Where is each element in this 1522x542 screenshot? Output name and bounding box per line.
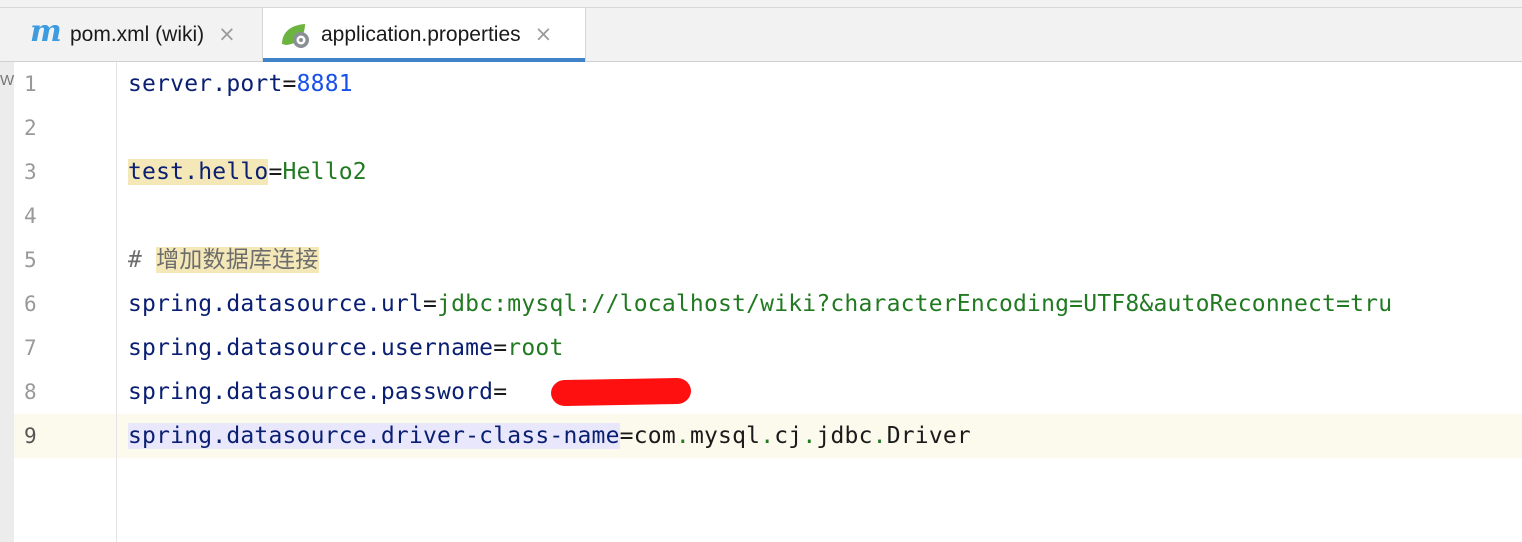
separator: = <box>423 291 438 317</box>
line-number: 2 <box>24 116 37 140</box>
property-key: spring.datasource.username <box>128 335 494 361</box>
tab-label: application.properties <box>321 22 521 46</box>
line-number: 7 <box>24 336 37 360</box>
code-line[interactable]: spring.datasource.username=root <box>117 326 1522 370</box>
line-number: 1 <box>24 72 37 96</box>
spring-leaf-icon <box>282 23 309 48</box>
property-key: spring.datasource.password <box>128 379 494 405</box>
line-number: 8 <box>24 380 37 404</box>
property-key: spring.datasource.driver-class-name <box>128 423 620 449</box>
separator: = <box>268 159 283 185</box>
value-part: mysql <box>689 423 761 449</box>
line-number: 4 <box>24 204 37 228</box>
separator: = <box>282 71 297 97</box>
separator: = <box>493 335 508 361</box>
property-value: root <box>507 335 564 361</box>
tab-label: pom.xml (wiki) <box>70 22 205 46</box>
code-line-current[interactable]: spring.datasource.driver-class-name=com.… <box>117 414 1522 458</box>
comment-line[interactable]: # 增加数据库连接 <box>117 238 1522 282</box>
code-line[interactable]: spring.datasource.url=jdbc:mysql://local… <box>117 282 1522 326</box>
value-dot: . <box>872 423 887 449</box>
line-number: 5 <box>24 248 37 272</box>
comment-hash: # <box>128 247 157 273</box>
tab-application-properties[interactable]: application.properties × <box>262 8 586 62</box>
tab-pom-xml[interactable]: m pom.xml (wiki) × <box>14 8 262 61</box>
maven-m-icon: m <box>30 13 62 49</box>
value-part: com <box>633 423 676 449</box>
separator: = <box>493 379 508 405</box>
value-dot: . <box>802 423 817 449</box>
value-part: jdbc <box>816 423 873 449</box>
property-value: 8881 <box>296 71 353 97</box>
line-number: 3 <box>24 160 37 184</box>
value-part: Driver <box>886 423 971 449</box>
value-dot: . <box>675 423 690 449</box>
value-part: cj <box>774 423 803 449</box>
line-number-gutter: W 1 2 3 4 5 6 7 8 9 <box>0 62 117 542</box>
code-line[interactable]: server.port=8881 <box>117 62 1522 106</box>
line-number: 6 <box>24 292 37 316</box>
redaction-mark <box>550 377 692 407</box>
window-top-edge <box>0 0 1522 8</box>
comment-text: 增加数据库连接 <box>156 247 319 273</box>
code-line-empty[interactable] <box>117 194 1522 238</box>
side-strip-label: W <box>0 72 14 89</box>
value-dot: . <box>760 423 775 449</box>
code-line[interactable]: spring.datasource.password= <box>117 370 1522 414</box>
property-key: spring.datasource.url <box>128 291 423 317</box>
line-number: 9 <box>24 424 37 448</box>
code-line[interactable]: test.hello=Hello2 <box>117 150 1522 194</box>
property-key: server.port <box>128 71 283 97</box>
property-key: test.hello <box>128 159 269 185</box>
property-value: Hello2 <box>282 159 367 185</box>
code-editor[interactable]: server.port=8881 test.hello=Hello2 # 增加数… <box>117 62 1522 542</box>
side-tool-strip <box>0 62 14 542</box>
property-value: jdbc:mysql://localhost/wiki?characterEnc… <box>437 291 1393 317</box>
close-icon[interactable]: × <box>535 24 553 45</box>
separator: = <box>619 423 634 449</box>
code-line-empty[interactable] <box>117 106 1522 150</box>
editor-tab-bar: m pom.xml (wiki) × application.propertie… <box>0 8 1522 62</box>
close-icon[interactable]: × <box>218 24 236 45</box>
